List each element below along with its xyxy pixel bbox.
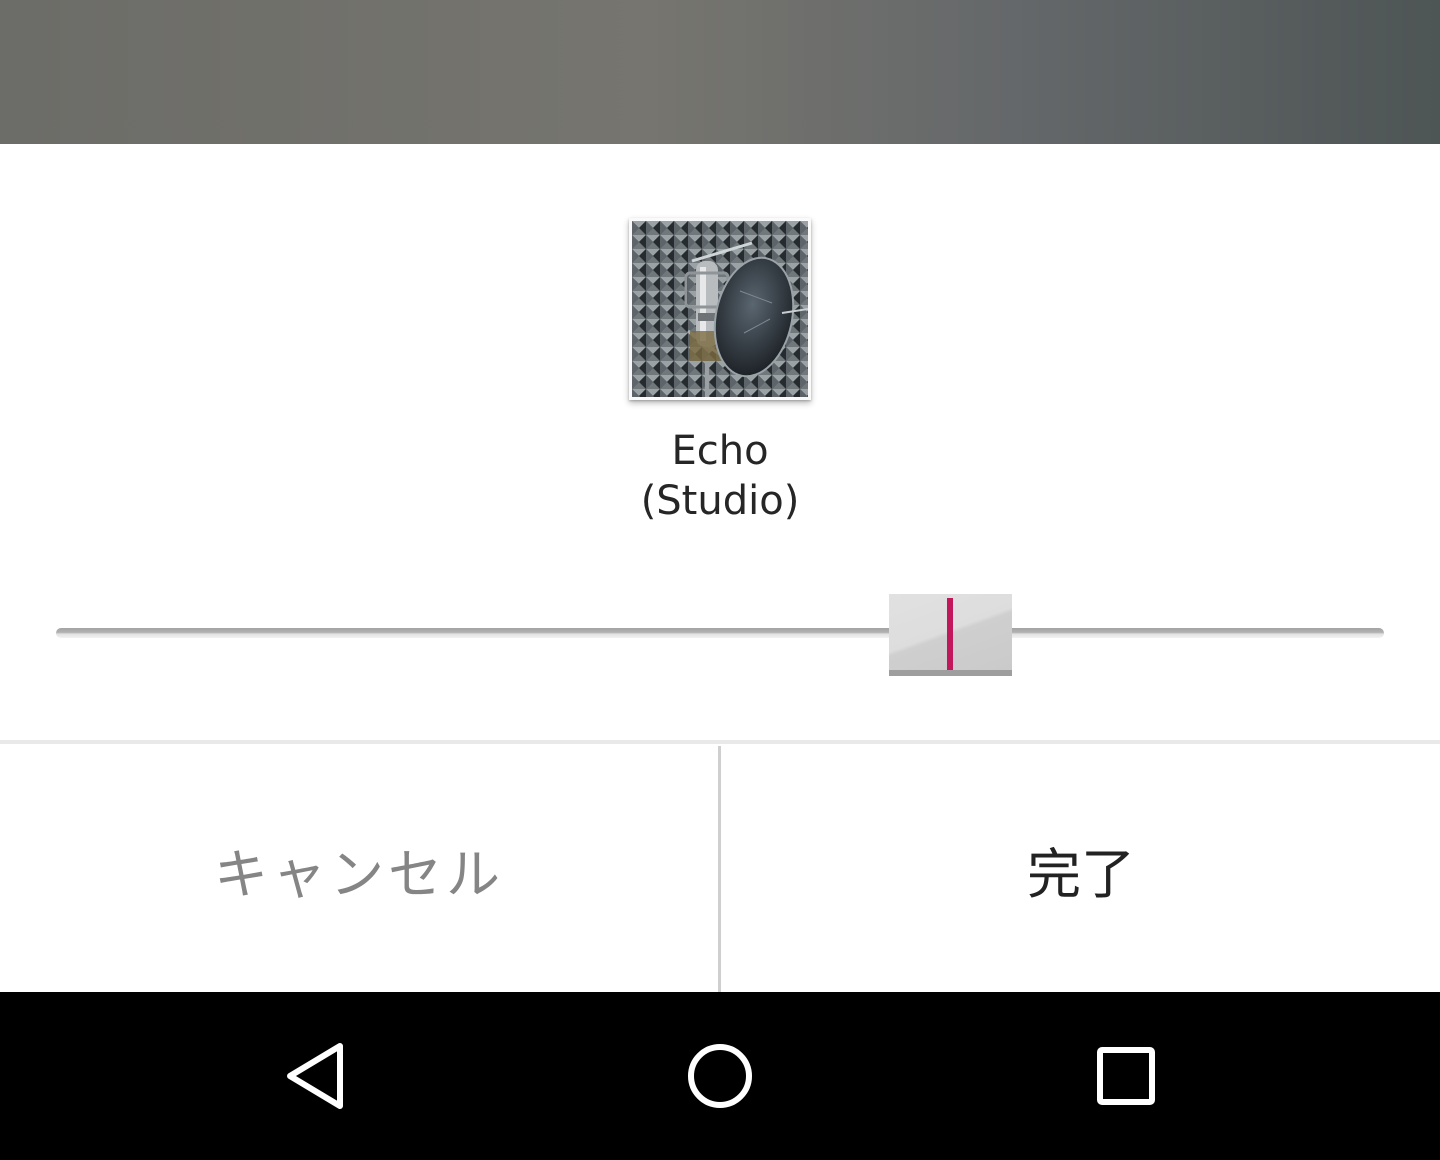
effect-level-slider[interactable] — [56, 594, 1384, 678]
effect-dialog: Echo (Studio) キャンセル 完了 — [0, 144, 1440, 992]
effect-name-line2: (Studio) — [640, 478, 800, 524]
effect-thumbnail — [629, 218, 811, 400]
effect-name-line1: Echo — [671, 428, 769, 474]
slider-track[interactable] — [56, 628, 1384, 638]
cancel-button[interactable]: キャンセル — [0, 746, 718, 992]
slider-knob-indicator — [946, 598, 953, 670]
effect-name: Echo (Studio) — [520, 426, 920, 526]
system-navigation-bar — [0, 992, 1440, 1160]
back-triangle-icon[interactable] — [276, 1036, 356, 1116]
home-circle-icon[interactable] — [680, 1036, 760, 1116]
studio-microphone-image — [632, 221, 808, 397]
actions-divider — [0, 740, 1440, 744]
recents-square-icon[interactable] — [1086, 1036, 1166, 1116]
done-button[interactable]: 完了 — [722, 746, 1440, 992]
slider-knob[interactable] — [888, 594, 1012, 676]
background-app-top — [0, 0, 1440, 144]
buttons-separator — [718, 746, 721, 992]
